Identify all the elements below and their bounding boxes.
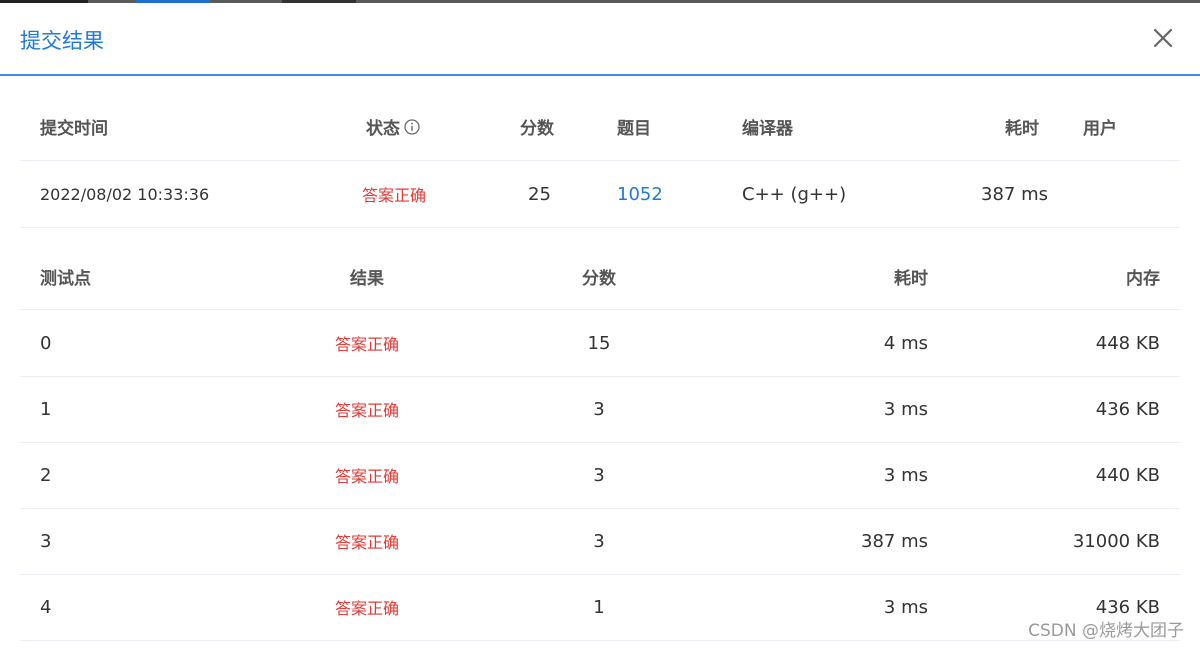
test-case-id: 4 (40, 596, 52, 618)
test-result: 答案正确 (334, 401, 399, 420)
header-status: 状态 (366, 93, 420, 160)
table-row: 2 答案正确 3 3 ms 440 KB (20, 442, 1180, 509)
header-problem: 题目 (617, 119, 651, 139)
test-result: 答案正确 (334, 335, 399, 354)
submission-score: 25 (528, 183, 551, 205)
submission-duration: 387 ms (981, 183, 1048, 205)
test-result: 答案正确 (334, 467, 399, 486)
test-score: 3 (593, 530, 605, 552)
problem-link[interactable]: 1052 (617, 161, 663, 227)
header-score: 分数 (520, 119, 554, 139)
submission-row: 2022/08/02 10:33:36 答案正确 25 1052 C++ (g+… (20, 161, 1180, 228)
test-duration: 387 ms (861, 530, 928, 552)
header-compiler: 编译器 (742, 119, 793, 139)
test-score: 3 (593, 398, 605, 420)
test-memory: 448 KB (1095, 332, 1160, 354)
test-memory: 436 KB (1095, 398, 1160, 420)
test-score: 3 (593, 464, 605, 486)
tests-header-row: 测试点 结果 分数 耗时 内存 (20, 243, 1180, 310)
compiler-value: C++ (g++) (742, 183, 847, 205)
submit-time: 2022/08/02 10:33:36 (40, 184, 210, 204)
info-icon[interactable] (404, 118, 420, 135)
header-result: 结果 (350, 268, 384, 289)
close-icon[interactable] (1150, 25, 1176, 51)
test-score: 15 (587, 332, 611, 354)
test-result: 答案正确 (334, 533, 399, 552)
test-result: 答案正确 (334, 599, 399, 618)
header-status-label: 状态 (366, 119, 400, 139)
header-submit-time: 提交时间 (40, 119, 108, 139)
test-case-id: 0 (40, 332, 52, 354)
test-duration: 3 ms (883, 464, 928, 486)
submission-status[interactable]: 答案正确 (362, 161, 426, 227)
test-case-id: 1 (40, 398, 52, 420)
header-duration: 耗时 (1005, 119, 1039, 139)
header-test-score: 分数 (582, 268, 616, 289)
test-case-id: 2 (40, 464, 52, 486)
dialog-title: 提交结果 (20, 29, 104, 53)
test-memory: 31000 KB (1072, 530, 1160, 552)
test-score: 1 (593, 596, 605, 618)
watermark: CSDN @烧烤大团子 (1028, 621, 1184, 641)
table-row: 0 答案正确 15 4 ms 448 KB (20, 310, 1180, 377)
submission-result-dialog: 提交结果 提交时间 状态 分数 题目 编译器 耗时 用户 2022/08/02 … (0, 3, 1200, 649)
table-row: 1 答案正确 3 3 ms 436 KB (20, 376, 1180, 443)
test-duration: 3 ms (883, 596, 928, 618)
test-duration: 3 ms (883, 398, 928, 420)
submission-header-row: 提交时间 状态 分数 题目 编译器 耗时 用户 (20, 93, 1180, 161)
table-row: 4 答案正确 1 3 ms 436 KB (20, 574, 1180, 641)
header-test-case: 测试点 (40, 268, 91, 289)
test-duration: 4 ms (883, 332, 928, 354)
test-memory: 440 KB (1095, 464, 1160, 486)
header-memory: 内存 (1126, 268, 1160, 289)
test-case-id: 3 (40, 530, 52, 552)
header-user: 用户 (1083, 119, 1117, 139)
table-row: 3 答案正确 3 387 ms 31000 KB (20, 508, 1180, 575)
header-test-duration: 耗时 (894, 268, 928, 289)
dialog-header: 提交结果 (0, 3, 1200, 76)
